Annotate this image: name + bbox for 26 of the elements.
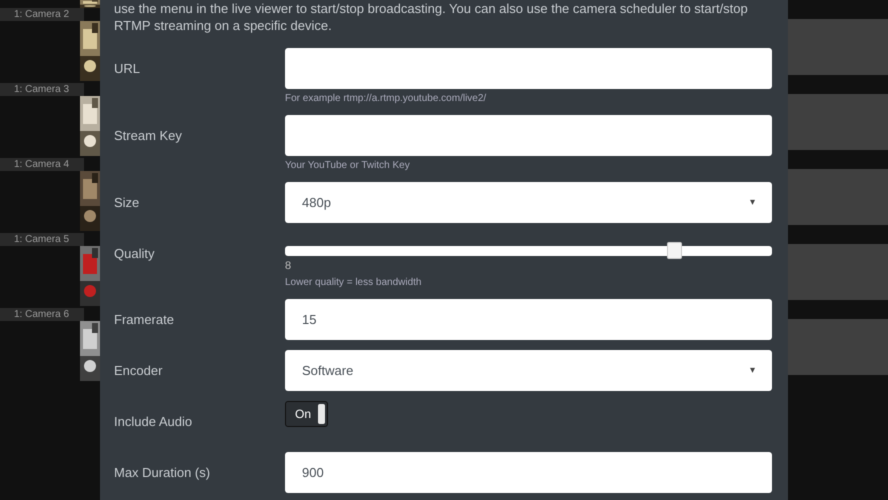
field-label: Encoder	[114, 362, 162, 380]
text-field[interactable]	[285, 48, 772, 89]
camera-label: 1: Camera 2	[0, 8, 84, 21]
camera-label: 1: Camera 3	[0, 83, 84, 96]
help-text: Lower quality = less bandwidth	[285, 276, 422, 289]
camera-label: 1: Camera 4	[0, 158, 84, 171]
select-field[interactable]: 480p ▾	[285, 182, 772, 223]
text-field[interactable]	[285, 115, 772, 156]
field-label: Quality	[114, 244, 154, 263]
field-label: Size	[114, 194, 140, 212]
camera-label: 1: Camera 6	[0, 308, 84, 321]
help-text: For example rtmp://a.rtmp.youtube.com/live2/	[285, 92, 488, 105]
slider-reading: 8	[285, 259, 292, 273]
toggle-switch[interactable]: On	[285, 401, 328, 427]
field-label: Include Audio	[114, 412, 192, 431]
text-field[interactable]: 900	[285, 452, 772, 493]
text-field[interactable]: 15	[285, 299, 772, 340]
field-label: Stream Key	[114, 126, 182, 145]
intro-text: use the menu in the live viewer to start/stop broadcasting. You can also use the camera scheduler to start/stop RTMP streaming on a specific device.	[114, 0, 749, 34]
help-text: Your YouTube or Twitch Key	[285, 159, 411, 172]
field-label: Max Duration (s)	[114, 464, 210, 482]
field-label: Framerate	[114, 310, 174, 329]
camera-label: 1: Camera 5	[0, 233, 84, 246]
field-label: URL	[114, 60, 140, 78]
slider-thumb[interactable]	[666, 242, 682, 259]
select-field[interactable]: Software ▾	[285, 350, 772, 391]
